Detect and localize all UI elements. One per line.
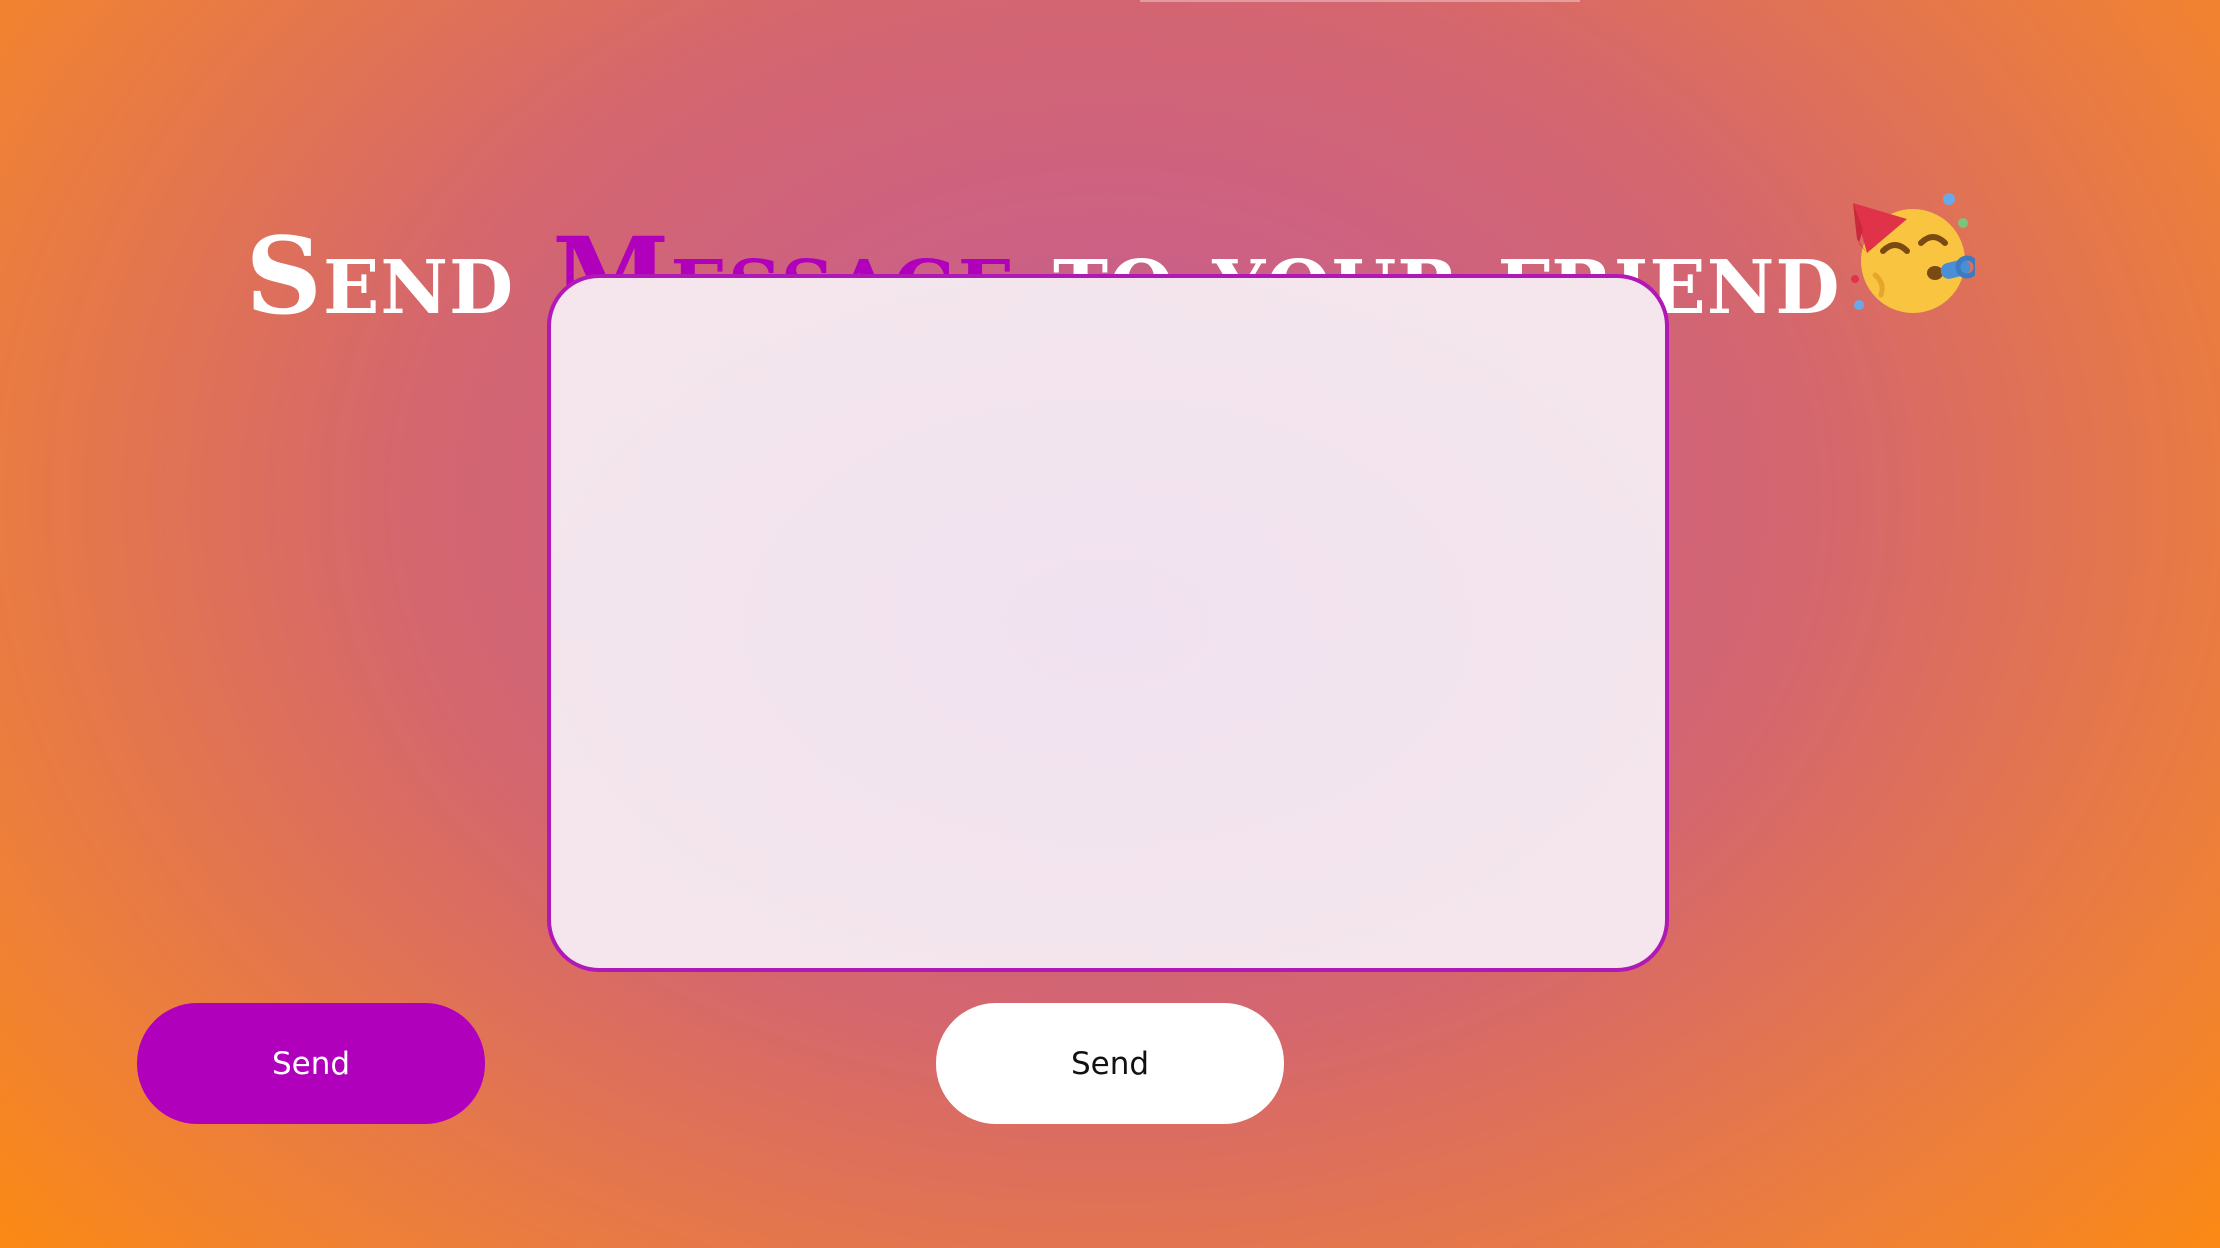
title-text-send: Send [245,213,553,339]
send-button-primary[interactable]: Send [137,1003,485,1124]
top-divider [1140,0,1580,2]
send-button-secondary[interactable]: Send [936,1003,1284,1124]
party-face-icon [1845,189,1979,341]
message-textarea[interactable] [547,274,1669,972]
